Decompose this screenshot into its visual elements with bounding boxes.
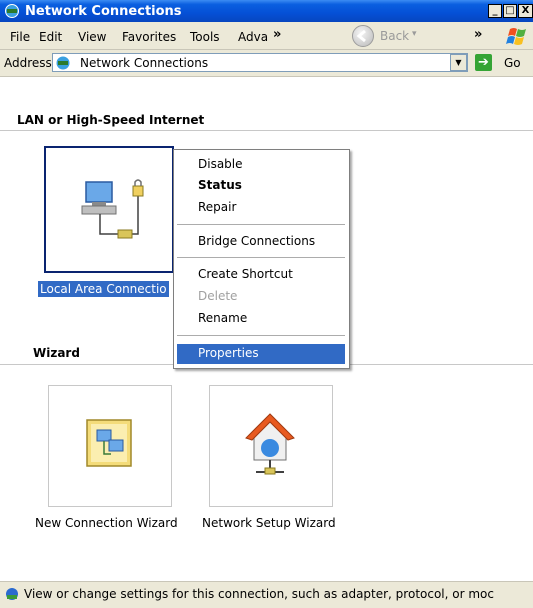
network-setup-wizard-tile[interactable]	[209, 385, 333, 507]
menu-edit[interactable]: Edit	[39, 30, 62, 44]
new-connection-wizard-tile[interactable]	[48, 385, 172, 507]
menu-overflow-chevron[interactable]: »	[273, 27, 281, 42]
ctx-create-shortcut[interactable]: Create Shortcut	[198, 267, 293, 281]
lan-connection-label[interactable]: Local Area Connectio	[38, 281, 169, 297]
window-title: Network Connections	[25, 4, 182, 19]
network-connections-icon	[5, 4, 19, 18]
network-setup-wizard-icon	[245, 413, 295, 475]
menu-file[interactable]: File	[10, 30, 30, 44]
group-divider	[0, 130, 533, 131]
group-title-lan: LAN or High-Speed Internet	[17, 113, 205, 127]
back-arrow-icon	[352, 25, 374, 47]
network-setup-wizard-label[interactable]: Network Setup Wizard	[202, 516, 336, 530]
address-value: Network Connections	[80, 56, 209, 70]
menu-view[interactable]: View	[78, 30, 106, 44]
network-connections-icon	[56, 56, 70, 70]
ctx-status[interactable]: Status	[198, 178, 242, 192]
back-dropdown-icon[interactable]: ▾	[412, 29, 417, 39]
menu-separator	[177, 257, 345, 258]
back-label: Back	[380, 29, 410, 43]
maximize-button[interactable]: □	[503, 4, 517, 18]
new-connection-wizard-icon	[86, 419, 132, 467]
menu-tools[interactable]: Tools	[190, 30, 220, 44]
lan-connection-tile[interactable]	[44, 146, 174, 273]
ctx-repair[interactable]: Repair	[198, 200, 236, 214]
windows-logo-icon	[506, 28, 526, 45]
address-label: Address	[4, 56, 52, 70]
group-title-wizard: Wizard	[33, 346, 80, 360]
menu-favorites[interactable]: Favorites	[122, 30, 176, 44]
close-button[interactable]: X	[518, 4, 533, 18]
go-button[interactable]: Go	[504, 56, 521, 70]
go-arrow-icon[interactable]: ➔	[475, 54, 492, 71]
context-menu: Disable Status Repair Bridge Connections…	[173, 149, 350, 369]
menu-separator	[177, 335, 345, 336]
menu-separator	[177, 224, 345, 225]
back-button[interactable]: Back ▾	[352, 25, 432, 47]
minimize-button[interactable]: _	[488, 4, 502, 18]
address-dropdown-button[interactable]: ▼	[450, 54, 467, 71]
menu-advanced[interactable]: Adva	[238, 30, 268, 44]
network-info-icon	[6, 588, 18, 600]
lan-connection-icon	[81, 179, 144, 239]
ctx-delete: Delete	[198, 289, 238, 303]
ctx-disable[interactable]: Disable	[198, 157, 243, 171]
new-connection-wizard-label[interactable]: New Connection Wizard	[35, 516, 178, 530]
ctx-bridge-connections[interactable]: Bridge Connections	[198, 234, 315, 248]
ctx-properties[interactable]: Properties	[198, 346, 259, 360]
ctx-rename[interactable]: Rename	[198, 311, 247, 325]
toolbar-overflow-chevron[interactable]: »	[474, 27, 482, 42]
status-text: View or change settings for this connect…	[24, 587, 494, 601]
